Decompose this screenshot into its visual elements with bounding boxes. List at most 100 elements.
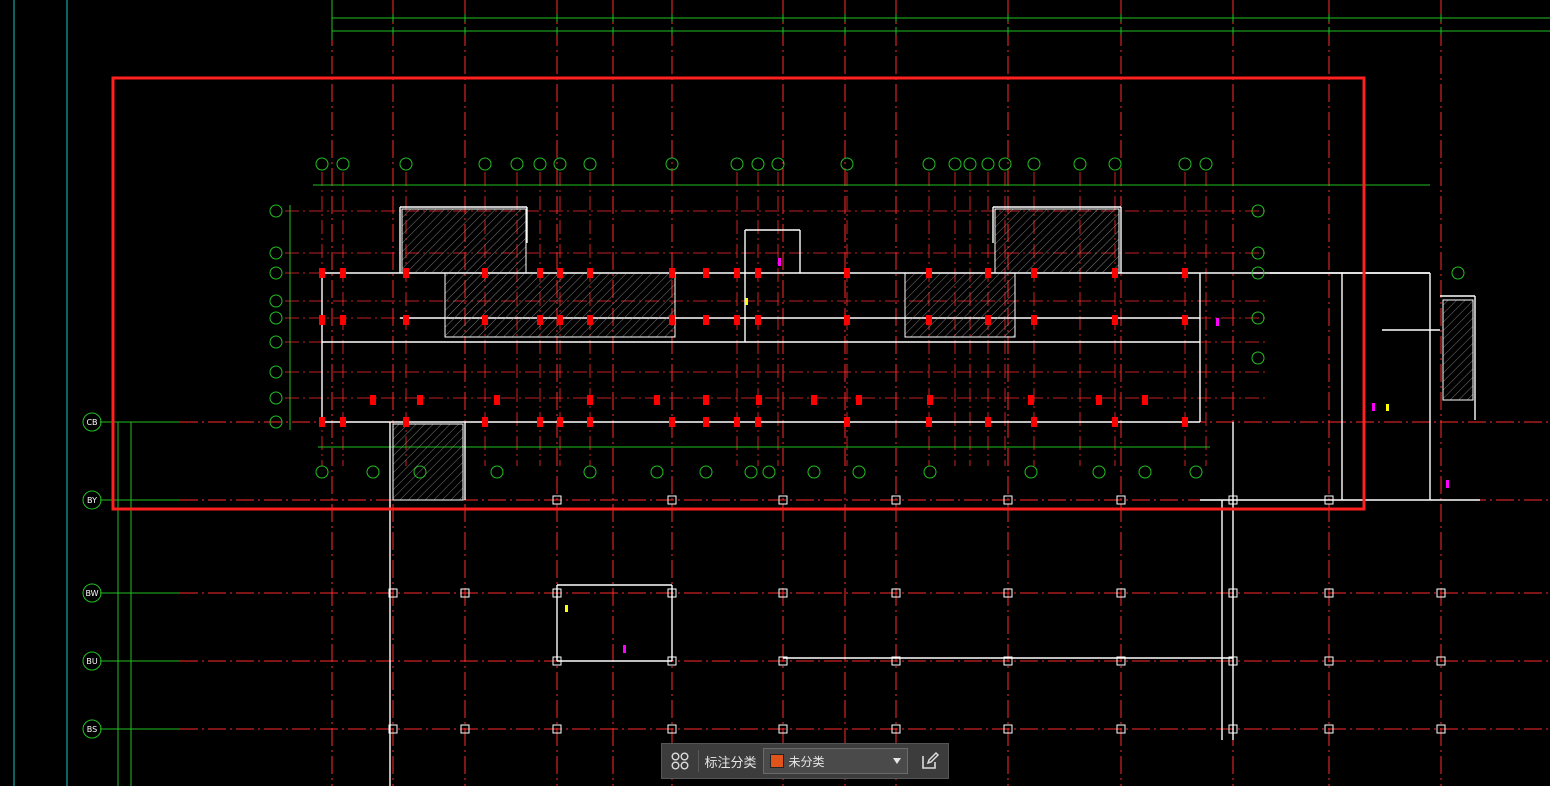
hatched-area xyxy=(994,208,1120,274)
column-block xyxy=(1028,395,1034,405)
cad-drawing-canvas[interactable]: CB BY BW BU BS xyxy=(0,0,1550,786)
column-block xyxy=(1142,395,1148,405)
axis-bubble xyxy=(840,157,854,171)
tag-marker xyxy=(1386,404,1389,411)
column-block xyxy=(340,417,346,427)
column-block xyxy=(703,315,709,325)
axis-bubble xyxy=(269,335,283,349)
column-block xyxy=(734,315,740,325)
column-block xyxy=(1182,268,1188,278)
axis-bubble xyxy=(269,266,283,280)
column-block xyxy=(927,395,933,405)
column-block xyxy=(340,268,346,278)
column-block xyxy=(1096,395,1102,405)
axis-bubble xyxy=(699,465,713,479)
column-block xyxy=(654,395,660,405)
column-block xyxy=(734,417,740,427)
tag-marker xyxy=(1216,318,1219,326)
axis-bubble xyxy=(1251,351,1265,365)
axis-bubble xyxy=(399,157,413,171)
axis-bubble xyxy=(478,157,492,171)
column-block xyxy=(856,395,862,405)
column-block xyxy=(926,268,932,278)
column-block xyxy=(755,417,761,427)
column-block xyxy=(811,395,817,405)
selection-rectangle[interactable] xyxy=(111,76,1366,511)
axis-bubble xyxy=(1027,157,1041,171)
axis-bubble xyxy=(1199,157,1213,171)
axis-bubble xyxy=(751,157,765,171)
axis-bubble xyxy=(1138,465,1152,479)
axis-bubble xyxy=(553,157,567,171)
edit-category-button[interactable] xyxy=(912,744,948,778)
axis-label-by: BY xyxy=(87,496,97,505)
axis-bubble xyxy=(762,465,776,479)
axis-bubble xyxy=(1178,157,1192,171)
axis-bubble xyxy=(852,465,866,479)
axis-label-cb: CB xyxy=(86,418,97,427)
column-block xyxy=(417,395,423,405)
column-block xyxy=(985,315,991,325)
axis-bubble xyxy=(510,157,524,171)
column-block xyxy=(844,417,850,427)
column-block xyxy=(756,395,762,405)
column-block xyxy=(319,417,325,427)
axis-bubble xyxy=(366,465,380,479)
axis-bubble-cb: CB xyxy=(82,412,102,432)
column-block xyxy=(482,417,488,427)
tag-marker xyxy=(778,258,781,266)
column-block xyxy=(587,417,593,427)
column-block xyxy=(482,315,488,325)
axis-bubble xyxy=(315,465,329,479)
axis-bubble xyxy=(269,391,283,405)
axis-bubble xyxy=(533,157,547,171)
axis-label-bs: BS xyxy=(87,725,97,734)
hatched-area xyxy=(401,208,527,274)
column-block xyxy=(403,268,409,278)
column-block xyxy=(319,268,325,278)
column-block xyxy=(669,315,675,325)
column-block xyxy=(557,417,563,427)
column-block xyxy=(557,268,563,278)
dimension-lines xyxy=(100,0,1550,786)
axis-bubble xyxy=(336,157,350,171)
axis-bubble xyxy=(490,465,504,479)
axis-bubble xyxy=(1189,465,1203,479)
column-block xyxy=(494,395,500,405)
axis-label-bu: BU xyxy=(86,657,97,666)
axis-bubble xyxy=(1092,465,1106,479)
row-axis-labels: CB BY BW BU BS xyxy=(82,412,102,739)
axis-bubble xyxy=(583,157,597,171)
axis-bubble xyxy=(269,204,283,218)
axis-bubble xyxy=(269,294,283,308)
axis-bubble xyxy=(963,157,977,171)
column-block xyxy=(1112,268,1118,278)
category-dropdown[interactable]: 未分类 xyxy=(762,748,909,774)
hatched-area xyxy=(444,272,676,338)
axis-bubble xyxy=(315,157,329,171)
axis-bubble xyxy=(730,157,744,171)
grid-view-button[interactable] xyxy=(662,744,698,778)
column-block xyxy=(537,315,543,325)
axis-bubble xyxy=(1073,157,1087,171)
hatched-area xyxy=(392,423,464,501)
tag-marker xyxy=(565,605,568,612)
column-block xyxy=(587,268,593,278)
column-block xyxy=(926,417,932,427)
column-block xyxy=(734,268,740,278)
category-color-swatch xyxy=(769,754,784,768)
column-block xyxy=(985,268,991,278)
axis-bubble xyxy=(269,365,283,379)
column-block xyxy=(703,417,709,427)
column-block xyxy=(755,315,761,325)
hatched-area xyxy=(1442,299,1474,401)
grid-four-circles-icon xyxy=(671,752,689,770)
axis-bubble xyxy=(583,465,597,479)
category-dropdown-value: 未分类 xyxy=(788,754,825,769)
axis-bubble xyxy=(807,465,821,479)
chevron-down-icon xyxy=(893,758,902,764)
column-block xyxy=(1031,315,1037,325)
axis-bubble xyxy=(948,157,962,171)
column-block xyxy=(1112,417,1118,427)
axis-bubble xyxy=(923,465,937,479)
